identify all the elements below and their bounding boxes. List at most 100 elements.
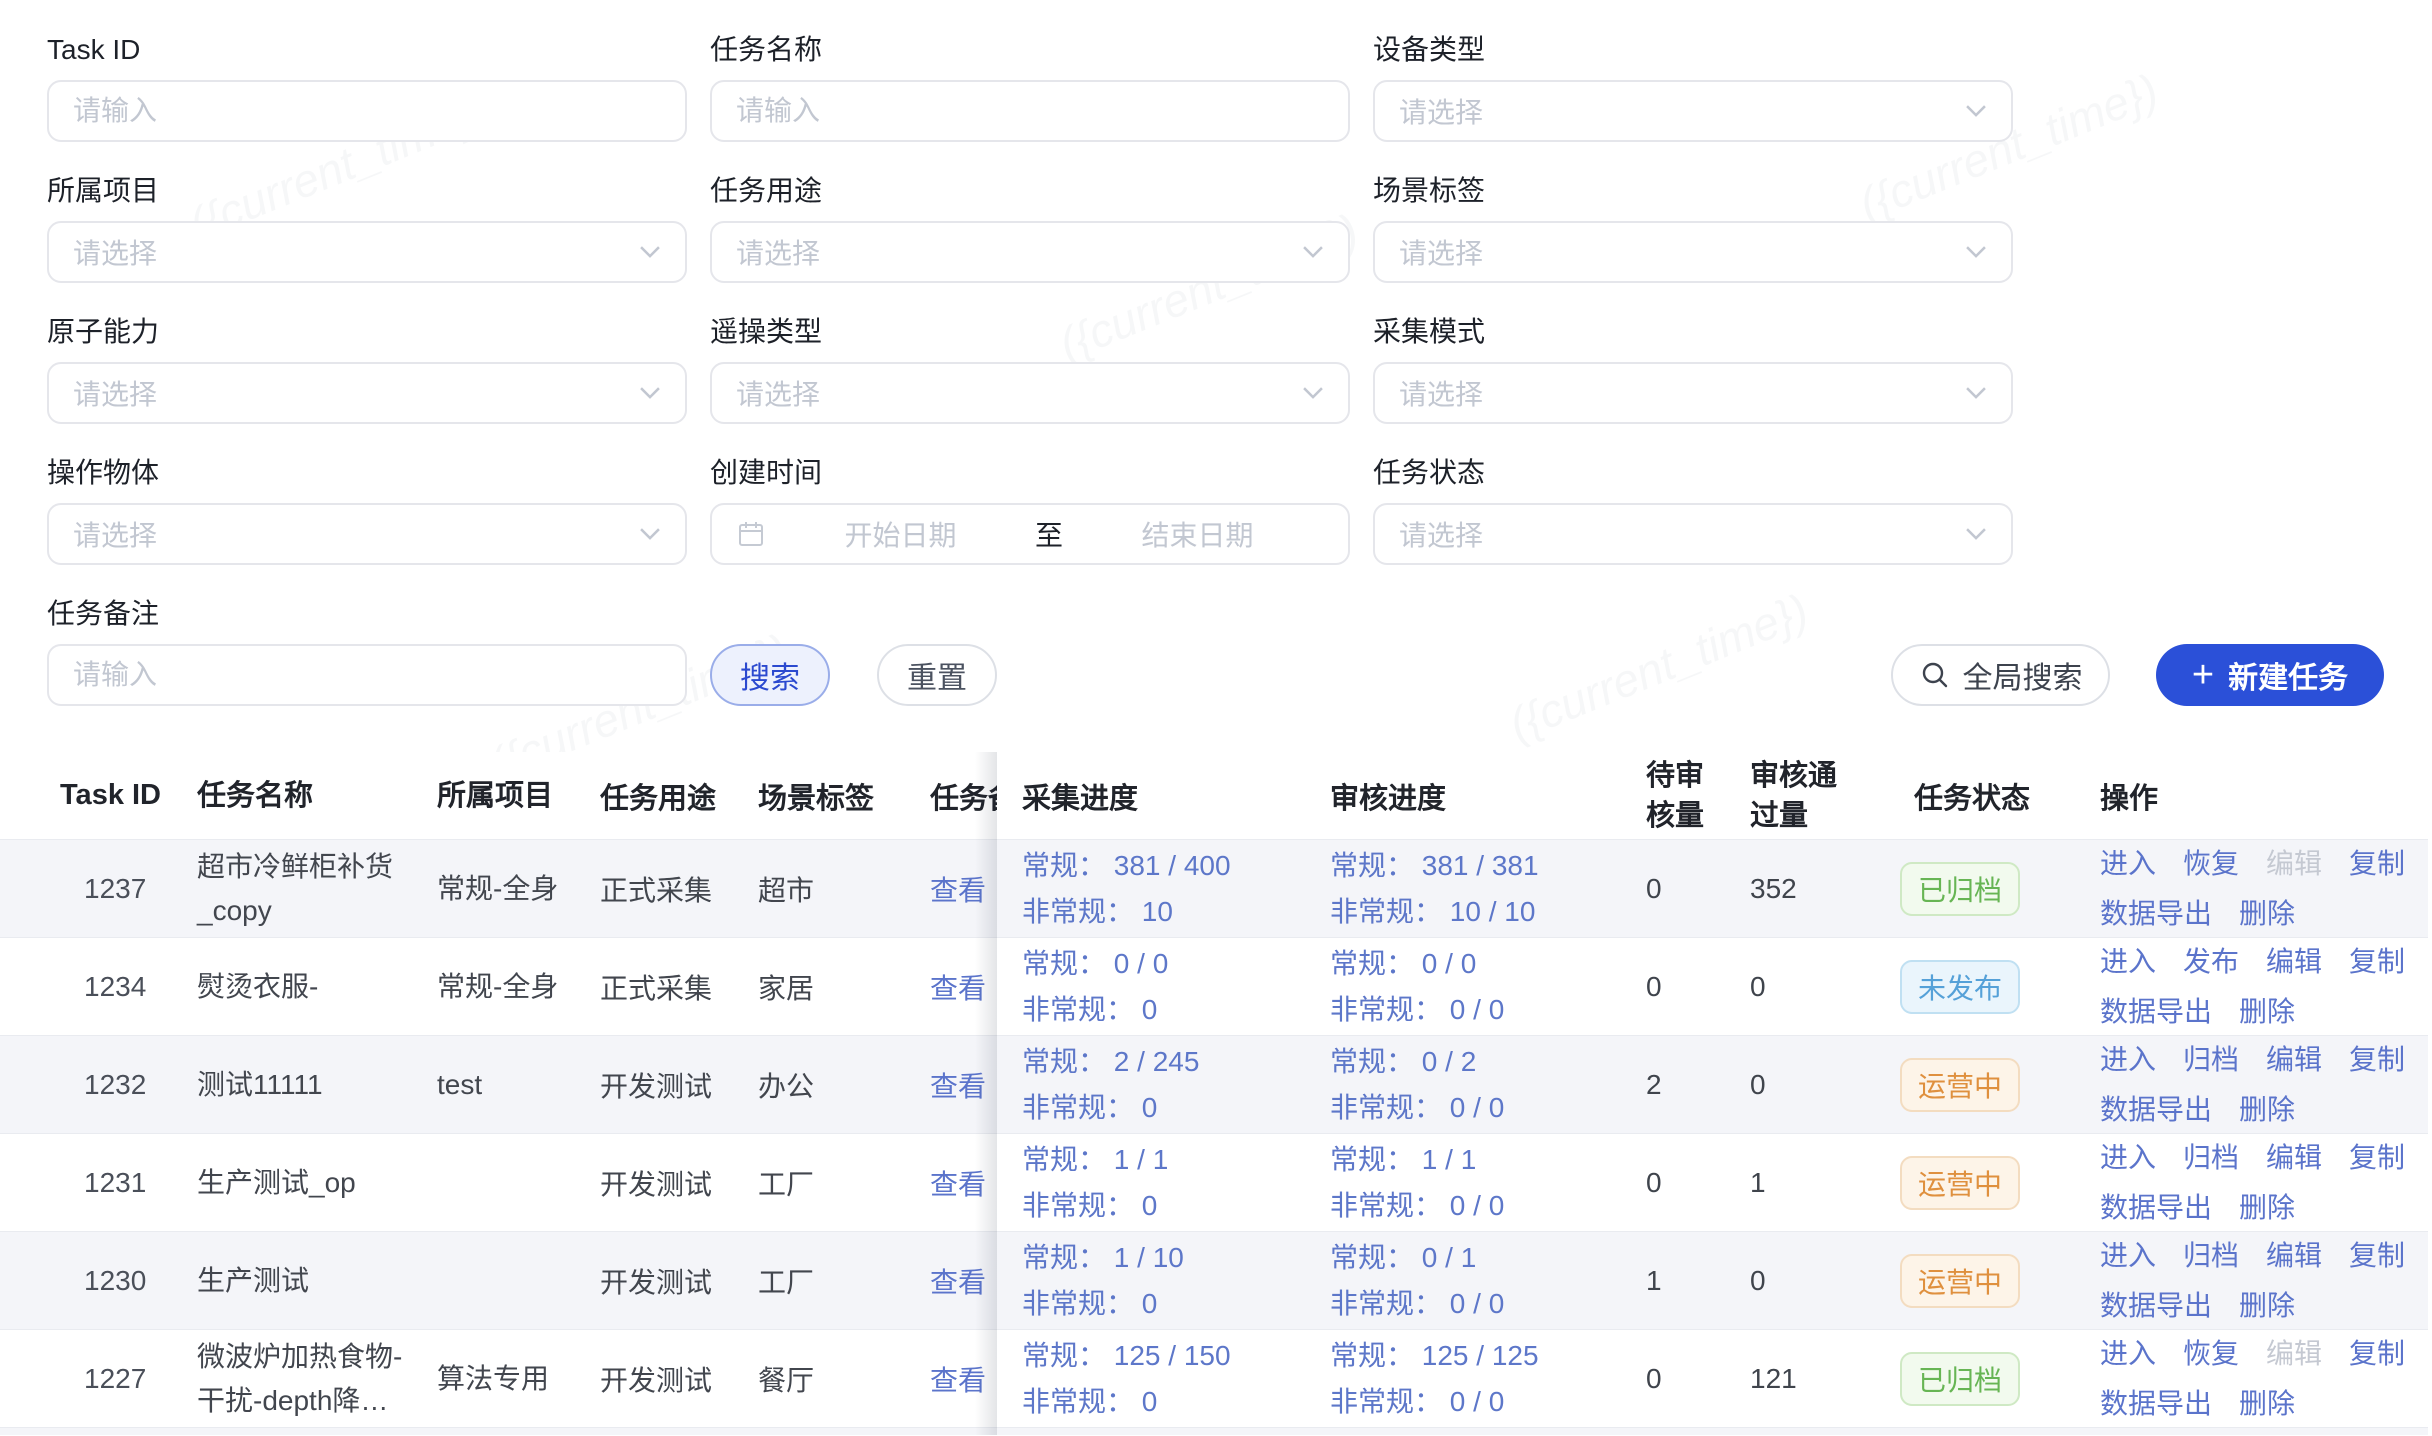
task-status-select[interactable]: 请选择 [1373,503,2013,565]
row-action-link[interactable]: 复制 [2349,1331,2405,1377]
row-action-link[interactable]: 复制 [2349,1037,2405,1083]
cell-purpose: 正式采集 [600,967,758,1007]
task-name-input[interactable] [736,82,1324,140]
cell-approved-count: 1 [1736,1167,1890,1199]
field-collect-mode: 采集模式 请选择 [1373,312,2013,424]
row-action-link[interactable]: 删除 [2239,1087,2295,1133]
cell-pending-count: 0 [1636,1167,1736,1199]
row-action-link[interactable]: 进入 [2100,1331,2156,1377]
row-action-link[interactable]: 删除 [2239,1185,2295,1231]
row-action-link[interactable]: 归档 [2183,1037,2239,1083]
project-select[interactable]: 请选择 [47,221,687,283]
collect-regular: 常规： 125 / 150 [1022,1333,1330,1379]
cell-scene: 工厂 [758,1163,917,1203]
row-action-link[interactable]: 数据导出 [2100,891,2212,937]
chevron-down-icon [1965,245,1987,259]
row-action-link[interactable]: 恢复 [2183,1331,2239,1377]
end-date-placeholder[interactable]: 结束日期 [1071,514,1324,554]
review-irregular: 非常规： 0 / 0 [1330,987,1636,1033]
cell-review-progress: 常规： 0 / 0 非常规： 0 / 0 [1330,941,1636,1033]
task-name-label: 任务名称 [710,30,1350,70]
cell-scene: 餐厅 [758,1359,917,1399]
collect-irregular: 非常规： 0 [1022,1183,1330,1229]
cell-approved-count: 121 [1736,1363,1890,1395]
row-action-link[interactable]: 归档 [2183,1233,2239,1279]
start-date-placeholder[interactable]: 开始日期 [774,514,1027,554]
cell-review-progress: 常规： 1 / 1 非常规： 0 / 0 [1330,1137,1636,1229]
collect-regular: 常规： 0 / 0 [1022,941,1330,987]
purpose-select[interactable]: 请选择 [710,221,1350,283]
review-regular: 常规： 125 / 125 [1330,1333,1636,1379]
task-id-input[interactable] [73,82,661,140]
cell-task-id: 1227 [0,1363,197,1395]
teleop-type-select[interactable]: 请选择 [710,362,1350,424]
row-action-link[interactable]: 编辑 [2266,1135,2322,1181]
cell-approved-count: 0 [1736,1265,1890,1297]
col-header-purpose: 任务用途 [600,775,758,817]
select-placeholder: 请选择 [73,373,157,413]
row-action-link[interactable]: 复制 [2349,1233,2405,1279]
row-action-link[interactable]: 删除 [2239,891,2295,937]
collect-mode-select[interactable]: 请选择 [1373,362,2013,424]
global-search-label: 全局搜索 [1963,653,2083,697]
row-action-link[interactable]: 复制 [2349,841,2405,887]
collect-mode-label: 采集模式 [1373,312,2013,352]
field-purpose: 任务用途 请选择 [710,171,1350,283]
field-target-object: 操作物体 请选择 [47,453,687,565]
row-action-link[interactable]: 编辑 [2266,1331,2322,1377]
task-id-label: Task ID [47,30,687,70]
row-action-link[interactable]: 编辑 [2266,1037,2322,1083]
cell-task-id: 1231 [0,1167,197,1199]
row-action-link[interactable]: 进入 [2100,939,2156,985]
review-irregular: 非常规： 10 / 10 [1330,889,1636,935]
col-header-status: 任务状态 [1890,775,2085,817]
row-action-link[interactable]: 复制 [2349,1135,2405,1181]
field-atomic-ability: 原子能力 请选择 [47,312,687,424]
cell-approved-count: 0 [1736,971,1890,1003]
cell-scene: 办公 [758,1065,917,1105]
global-search-button[interactable]: 全局搜索 [1891,644,2110,706]
cell-collect-progress: 常规： 1 / 1 非常规： 0 [997,1137,1330,1229]
row-action-link[interactable]: 数据导出 [2100,1381,2212,1427]
row-action-link[interactable]: 删除 [2239,1381,2295,1427]
collect-regular: 常规： 2 / 245 [1022,1039,1330,1085]
new-task-button[interactable]: + 新建任务 [2156,644,2384,706]
cell-ops: 进入归档编辑复制 数据导出删除 [2085,1233,2413,1329]
atomic-ability-select[interactable]: 请选择 [47,362,687,424]
row-action-link[interactable]: 进入 [2100,1037,2156,1083]
col-header-project: 所属项目 [437,774,600,818]
scene-tag-select[interactable]: 请选择 [1373,221,2013,283]
row-action-link[interactable]: 删除 [2239,989,2295,1035]
search-button[interactable]: 搜索 [710,644,830,706]
row-action-link[interactable]: 数据导出 [2100,989,2212,1035]
row-action-link[interactable]: 恢复 [2183,841,2239,887]
field-task-name: 任务名称 [710,30,1350,142]
cell-approved-count: 352 [1736,873,1890,905]
row-action-link[interactable]: 编辑 [2266,939,2322,985]
chevron-down-icon [639,527,661,541]
cell-scene: 超市 [758,869,917,909]
field-teleop-type: 遥操类型 请选择 [710,312,1350,424]
task-remark-input[interactable] [73,646,661,704]
row-action-link[interactable]: 编辑 [2266,1233,2322,1279]
cell-review-progress: 常规： 381 / 381 非常规： 10 / 10 [1330,843,1636,935]
row-action-link[interactable]: 删除 [2239,1283,2295,1329]
reset-button[interactable]: 重置 [877,644,997,706]
collect-irregular: 非常规： 0 [1022,987,1330,1033]
create-time-range-picker[interactable]: 开始日期 至 结束日期 [710,503,1350,565]
row-action-link[interactable]: 进入 [2100,1233,2156,1279]
row-action-link[interactable]: 发布 [2183,939,2239,985]
row-action-link[interactable]: 归档 [2183,1135,2239,1181]
row-action-link[interactable]: 数据导出 [2100,1185,2212,1231]
row-action-link[interactable]: 编辑 [2266,841,2322,887]
row-action-link[interactable]: 复制 [2349,939,2405,985]
device-type-select[interactable]: 请选择 [1373,80,2013,142]
task-management-page: ({current_time}) ({current_time}) ({curr… [0,0,2432,1436]
row-action-link[interactable]: 进入 [2100,841,2156,887]
row-action-link[interactable]: 进入 [2100,1135,2156,1181]
table-row: 1232 测试11111 test 开发测试 办公 查看 常规： 2 / 245… [0,1035,2428,1133]
cell-task-name: 微波炉加热食物-干扰-depth降… [197,1335,437,1423]
row-action-link[interactable]: 数据导出 [2100,1283,2212,1329]
target-object-select[interactable]: 请选择 [47,503,687,565]
row-action-link[interactable]: 数据导出 [2100,1087,2212,1133]
